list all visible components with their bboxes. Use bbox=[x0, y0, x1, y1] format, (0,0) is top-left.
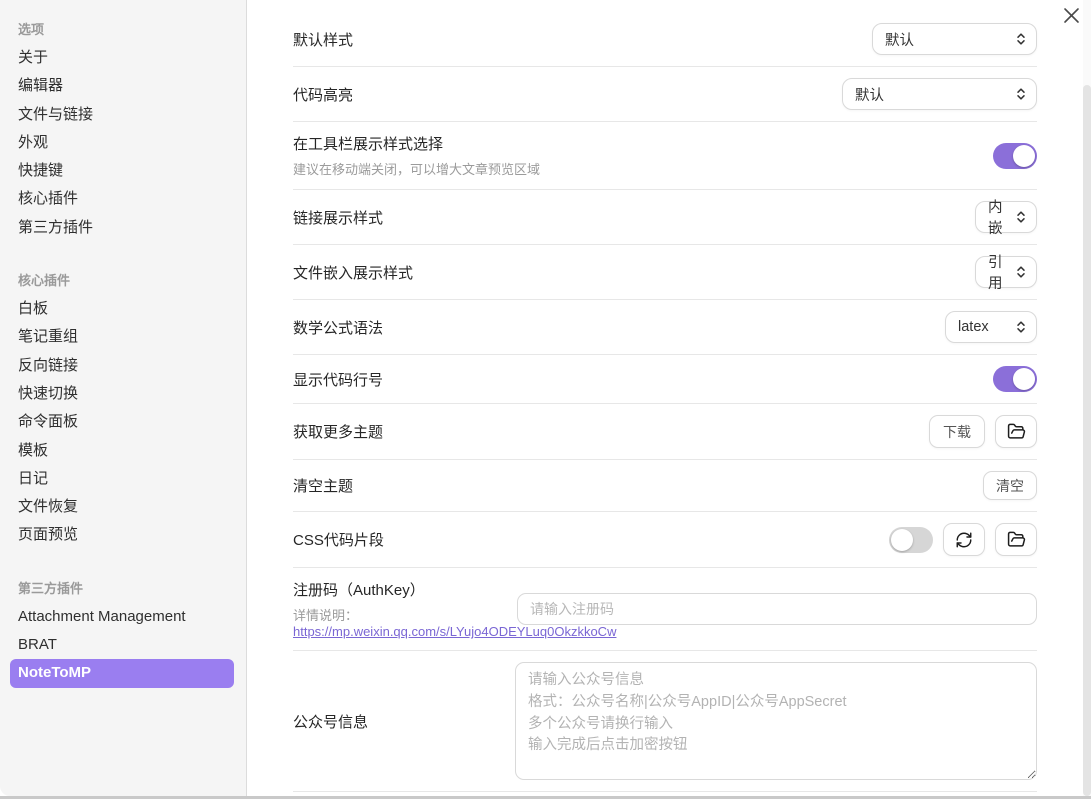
setting-row-math-syntax: 数学公式语法 latex bbox=[293, 300, 1037, 355]
setting-row-link-style: 链接展示样式 内嵌 bbox=[293, 190, 1037, 245]
footer-actions: 加密公众号信息 测试公众号 bbox=[293, 792, 1037, 799]
setting-name: 获取更多主题 bbox=[293, 421, 929, 442]
close-icon bbox=[1063, 7, 1080, 24]
setting-name: 公众号信息 bbox=[293, 711, 515, 732]
sidebar-item-about[interactable]: 关于 bbox=[18, 44, 234, 72]
sidebar-item-backlinks[interactable]: 反向链接 bbox=[18, 352, 234, 380]
setting-row-file-embed-style: 文件嵌入展示样式 引用 bbox=[293, 245, 1037, 300]
setting-desc: 详情说明：https://mp.weixin.qq.com/s/LYujo4OD… bbox=[293, 605, 517, 639]
chevron-up-down-icon bbox=[1016, 32, 1026, 46]
sidebar-item-community-plugins[interactable]: 第三方插件 bbox=[18, 214, 234, 242]
scrollbar-track[interactable] bbox=[1083, 0, 1091, 796]
sidebar-item-command-palette[interactable]: 命令面板 bbox=[18, 408, 234, 436]
sidebar-item-appearance[interactable]: 外观 bbox=[18, 129, 234, 157]
select-value: 默认 bbox=[855, 84, 884, 105]
sidebar-item-canvas[interactable]: 白板 bbox=[18, 295, 234, 323]
open-snippet-folder-button[interactable] bbox=[995, 523, 1037, 556]
scrollbar-thumb[interactable] bbox=[1083, 85, 1091, 796]
sidebar-item-daily-notes[interactable]: 日记 bbox=[18, 465, 234, 493]
sidebar-section-options: 选项 关于 编辑器 文件与链接 外观 快捷键 核心插件 第三方插件 bbox=[18, 16, 234, 242]
setting-name: 默认样式 bbox=[293, 29, 872, 50]
sidebar-item-notetomp[interactable]: NoteToMP bbox=[10, 659, 234, 687]
setting-row-authkey: 注册码（AuthKey） 详情说明：https://mp.weixin.qq.c… bbox=[293, 568, 1037, 651]
settings-sidebar: 选项 关于 编辑器 文件与链接 外观 快捷键 核心插件 第三方插件 核心插件 白… bbox=[0, 0, 247, 796]
code-highlight-select[interactable]: 默认 bbox=[842, 78, 1037, 110]
toggle-knob bbox=[891, 529, 913, 551]
sidebar-section-header: 第三方插件 bbox=[18, 575, 234, 603]
setting-row-css-snippets: CSS代码片段 bbox=[293, 512, 1037, 568]
setting-row-toolbar-style: 在工具栏展示样式选择 建议在移动端关闭，可以增大文章预览区域 bbox=[293, 122, 1037, 190]
folder-open-icon bbox=[1007, 530, 1026, 549]
setting-row-code-highlight: 代码高亮 默认 bbox=[293, 67, 1037, 122]
mp-info-textarea[interactable] bbox=[515, 662, 1037, 780]
reload-snippet-button[interactable] bbox=[943, 523, 985, 556]
chevron-up-down-icon bbox=[1016, 320, 1026, 334]
chevron-up-down-icon bbox=[1016, 87, 1026, 101]
setting-desc: 建议在移动端关闭，可以增大文章预览区域 bbox=[293, 159, 993, 178]
sidebar-section-header: 选项 bbox=[18, 16, 234, 44]
toggle-knob bbox=[1013, 145, 1035, 167]
close-button[interactable] bbox=[1062, 6, 1080, 24]
default-style-select[interactable]: 默认 bbox=[872, 23, 1037, 55]
file-embed-style-select[interactable]: 引用 bbox=[975, 256, 1037, 288]
sidebar-item-files-links[interactable]: 文件与链接 bbox=[18, 101, 234, 129]
toggle-knob bbox=[1013, 368, 1035, 390]
setting-row-default-style: 默认样式 默认 bbox=[293, 12, 1037, 67]
sidebar-item-templates[interactable]: 模板 bbox=[18, 437, 234, 465]
chevron-up-down-icon bbox=[1016, 265, 1026, 279]
sidebar-item-page-preview[interactable]: 页面预览 bbox=[18, 521, 234, 549]
math-syntax-select[interactable]: latex bbox=[945, 311, 1037, 343]
sidebar-item-brat[interactable]: BRAT bbox=[18, 631, 234, 659]
select-value: 引用 bbox=[988, 251, 1008, 293]
setting-name: 代码高亮 bbox=[293, 84, 842, 105]
link-style-select[interactable]: 内嵌 bbox=[975, 201, 1037, 233]
toolbar-style-toggle[interactable] bbox=[993, 143, 1037, 169]
sidebar-item-editor[interactable]: 编辑器 bbox=[18, 72, 234, 100]
setting-name: 数学公式语法 bbox=[293, 317, 945, 338]
clear-theme-button[interactable]: 清空 bbox=[983, 471, 1037, 500]
setting-name: 链接展示样式 bbox=[293, 207, 975, 228]
setting-name: 文件嵌入展示样式 bbox=[293, 262, 975, 283]
setting-name: 注册码（AuthKey） bbox=[293, 579, 517, 600]
sidebar-item-hotkeys[interactable]: 快捷键 bbox=[18, 157, 234, 185]
folder-open-icon bbox=[1007, 422, 1026, 441]
open-theme-folder-button[interactable] bbox=[995, 415, 1037, 448]
settings-content: 默认样式 默认 代码高亮 默认 bbox=[248, 0, 1091, 796]
select-value: 内嵌 bbox=[988, 196, 1008, 238]
authkey-input[interactable] bbox=[517, 593, 1037, 625]
sidebar-item-attachment-management[interactable]: Attachment Management bbox=[18, 603, 234, 631]
sidebar-item-quick-switcher[interactable]: 快速切换 bbox=[18, 380, 234, 408]
setting-row-clear-theme: 清空主题 清空 bbox=[293, 460, 1037, 512]
refresh-icon bbox=[955, 531, 973, 549]
setting-name: CSS代码片段 bbox=[293, 529, 889, 550]
setting-name: 在工具栏展示样式选择 bbox=[293, 133, 993, 154]
line-number-toggle[interactable] bbox=[993, 366, 1037, 392]
authkey-help-link[interactable]: https://mp.weixin.qq.com/s/LYujo4ODEYLuq… bbox=[293, 624, 616, 639]
css-snippet-toggle[interactable] bbox=[889, 527, 933, 553]
sidebar-item-note-composer[interactable]: 笔记重组 bbox=[18, 323, 234, 351]
settings-modal: 选项 关于 编辑器 文件与链接 外观 快捷键 核心插件 第三方插件 核心插件 白… bbox=[0, 0, 1091, 799]
setting-row-mp-info: 公众号信息 bbox=[293, 651, 1037, 792]
download-theme-button[interactable]: 下载 bbox=[929, 415, 985, 448]
chevron-up-down-icon bbox=[1016, 210, 1026, 224]
setting-row-get-themes: 获取更多主题 下载 bbox=[293, 404, 1037, 460]
sidebar-item-core-plugins[interactable]: 核心插件 bbox=[18, 185, 234, 213]
authkey-desc-prefix: 详情说明： bbox=[293, 608, 358, 623]
select-value: 默认 bbox=[885, 29, 914, 50]
sidebar-section-header: 核心插件 bbox=[18, 267, 234, 295]
setting-row-line-numbers: 显示代码行号 bbox=[293, 355, 1037, 404]
select-value: latex bbox=[958, 319, 989, 335]
setting-name: 清空主题 bbox=[293, 475, 983, 496]
sidebar-item-file-recovery[interactable]: 文件恢复 bbox=[18, 493, 234, 521]
sidebar-section-community-plugins: 第三方插件 Attachment Management BRAT NoteToM… bbox=[18, 575, 234, 688]
sidebar-section-core-plugins: 核心插件 白板 笔记重组 反向链接 快速切换 命令面板 模板 日记 文件恢复 页… bbox=[18, 267, 234, 550]
setting-name: 显示代码行号 bbox=[293, 369, 993, 390]
